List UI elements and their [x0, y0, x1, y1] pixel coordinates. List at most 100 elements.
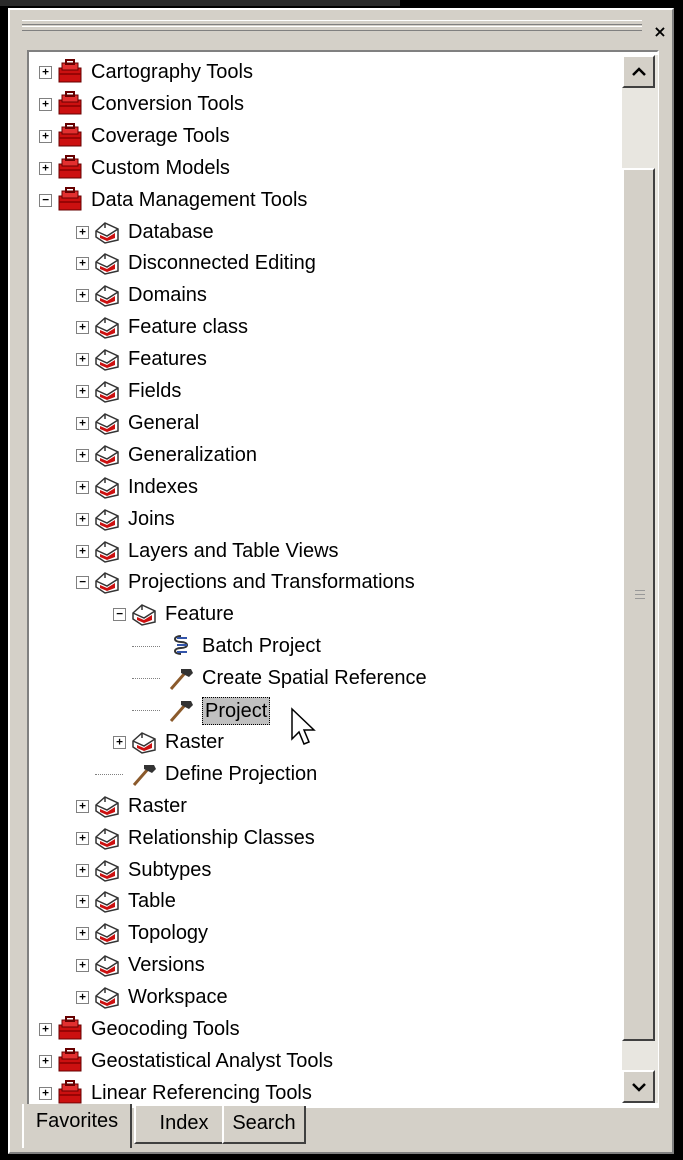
tree-item-label[interactable]: Custom Models: [91, 155, 230, 181]
tree-item[interactable]: + Subtypes: [29, 855, 657, 885]
tree-item[interactable]: + Geostatistical Analyst Tools: [29, 1046, 657, 1076]
tree-item-label[interactable]: Conversion Tools: [91, 91, 244, 117]
expand-icon[interactable]: +: [76, 863, 89, 877]
tree-item[interactable]: + Conversion Tools: [29, 89, 657, 119]
tree-item-label[interactable]: Define Projection: [165, 761, 317, 787]
tree-item-label[interactable]: Geocoding Tools: [91, 1016, 240, 1042]
tree-item[interactable]: + Domains: [29, 280, 657, 310]
expand-icon[interactable]: +: [39, 1054, 52, 1068]
tree-item[interactable]: + General: [29, 408, 657, 438]
tree-item-label[interactable]: Indexes: [128, 474, 198, 500]
expand-icon[interactable]: +: [76, 927, 89, 941]
tree-item[interactable]: + Layers and Table Views: [29, 536, 657, 566]
collapse-icon[interactable]: −: [39, 193, 52, 207]
toolbox-tree[interactable]: + Cartography Tools + Conversion Tools + Cove…: [27, 50, 659, 1108]
tree-item[interactable]: − Data Management Tools: [29, 185, 657, 215]
tree-item[interactable]: + Feature class: [29, 312, 657, 342]
tree-item-label[interactable]: Versions: [128, 952, 205, 978]
close-button[interactable]: ×: [650, 23, 670, 41]
tree-item-label[interactable]: Feature: [165, 601, 234, 627]
expand-icon[interactable]: +: [76, 959, 89, 973]
tree-item-label[interactable]: Create Spatial Reference: [202, 665, 427, 691]
expand-icon[interactable]: +: [76, 480, 89, 494]
expand-icon[interactable]: +: [39, 1086, 52, 1100]
tree-item-label[interactable]: Coverage Tools: [91, 123, 230, 149]
expand-icon[interactable]: +: [39, 1023, 52, 1036]
expand-icon[interactable]: +: [39, 66, 52, 79]
tree-item[interactable]: + Disconnected Editing: [29, 248, 657, 278]
tree-item[interactable]: + Topology: [29, 918, 657, 948]
tree-item[interactable]: + Fields: [29, 376, 657, 406]
grip-bar-lower[interactable]: [22, 26, 642, 31]
tree-item-label[interactable]: Topology: [128, 920, 208, 946]
tree-item[interactable]: + Features: [29, 344, 657, 374]
tree-item[interactable]: + Raster: [29, 727, 657, 757]
tree-item-label[interactable]: Database: [128, 219, 214, 245]
tree-item-label[interactable]: Features: [128, 346, 207, 372]
tree-item[interactable]: + Table: [29, 886, 657, 916]
tab-favorites[interactable]: Favorites: [22, 1104, 132, 1148]
expand-icon[interactable]: +: [39, 129, 52, 143]
expand-icon[interactable]: +: [76, 416, 89, 430]
tree-item-label[interactable]: Table: [128, 888, 176, 914]
vertical-scrollbar[interactable]: [622, 55, 658, 1103]
tree-item-label[interactable]: Geostatistical Analyst Tools: [91, 1048, 333, 1074]
tree-item[interactable]: + Versions: [29, 950, 657, 980]
expand-icon[interactable]: +: [39, 97, 52, 111]
tree-item[interactable]: + Database: [29, 217, 657, 247]
tree-item-label[interactable]: Relationship Classes: [128, 825, 315, 851]
tree-item-label[interactable]: Projections and Transformations: [128, 569, 415, 595]
expand-icon[interactable]: +: [76, 831, 89, 845]
expand-icon[interactable]: +: [76, 895, 89, 909]
scroll-up-button[interactable]: [622, 55, 655, 88]
tree-item[interactable]: + Custom Models: [29, 153, 657, 183]
grip-bar[interactable]: [22, 20, 642, 25]
expand-icon[interactable]: +: [76, 448, 89, 462]
tree-item-label[interactable]: Raster: [128, 793, 187, 819]
tree-item[interactable]: + Workspace: [29, 982, 657, 1012]
expand-icon[interactable]: +: [76, 512, 89, 526]
tree-item[interactable]: + Raster: [29, 791, 657, 821]
expand-icon[interactable]: +: [76, 385, 89, 398]
tree-item[interactable]: + Geocoding Tools: [29, 1014, 657, 1044]
expand-icon[interactable]: +: [76, 321, 89, 335]
tree-item-label[interactable]: Subtypes: [128, 857, 211, 883]
scroll-thumb[interactable]: [622, 168, 655, 1041]
tree-item-label[interactable]: Project: [202, 697, 271, 725]
tree-item-label[interactable]: General: [128, 410, 199, 436]
scroll-down-button[interactable]: [622, 1070, 655, 1103]
tree-item-label[interactable]: Fields: [128, 378, 181, 404]
tree-item-label[interactable]: Cartography Tools: [91, 59, 253, 85]
tree-item-label[interactable]: Workspace: [128, 984, 228, 1010]
tree-item-label[interactable]: Disconnected Editing: [128, 250, 316, 276]
expand-icon[interactable]: +: [76, 544, 89, 558]
tree-item[interactable]: + Cartography Tools: [29, 57, 657, 87]
tree-item-label[interactable]: Feature class: [128, 314, 248, 340]
tree-item[interactable]: + Coverage Tools: [29, 121, 657, 151]
tree-item-label[interactable]: Raster: [165, 729, 224, 755]
tree-item[interactable]: + Generalization: [29, 440, 657, 470]
tree-item[interactable]: + Joins: [29, 504, 657, 534]
tree-item[interactable]: − Projections and Transformations: [29, 567, 657, 597]
tree-item[interactable]: + Relationship Classes: [29, 823, 657, 853]
tab-search[interactable]: Search: [222, 1106, 306, 1144]
expand-icon[interactable]: +: [76, 257, 89, 271]
expand-icon[interactable]: +: [76, 289, 89, 303]
expand-icon[interactable]: +: [76, 991, 89, 1005]
tab-index[interactable]: Index: [134, 1106, 234, 1144]
tree-item[interactable]: + Indexes: [29, 472, 657, 502]
tree-item-label[interactable]: Layers and Table Views: [128, 538, 339, 564]
expand-icon[interactable]: +: [76, 799, 89, 813]
collapse-icon[interactable]: −: [113, 608, 126, 622]
tree-item-label[interactable]: Generalization: [128, 442, 257, 468]
tree-item-label[interactable]: Data Management Tools: [91, 187, 307, 213]
expand-icon[interactable]: +: [76, 225, 89, 239]
tree-item[interactable]: Define Projection: [29, 759, 657, 789]
expand-icon[interactable]: +: [76, 353, 89, 367]
tree-item[interactable]: Create Spatial Reference: [29, 663, 657, 693]
tree-item-label[interactable]: Domains: [128, 282, 207, 308]
collapse-icon[interactable]: −: [76, 576, 89, 590]
tree-item-label[interactable]: Linear Referencing Tools: [91, 1080, 312, 1106]
tree-item[interactable]: − Feature: [29, 599, 657, 629]
tree-item-label[interactable]: Batch Project: [202, 633, 321, 659]
